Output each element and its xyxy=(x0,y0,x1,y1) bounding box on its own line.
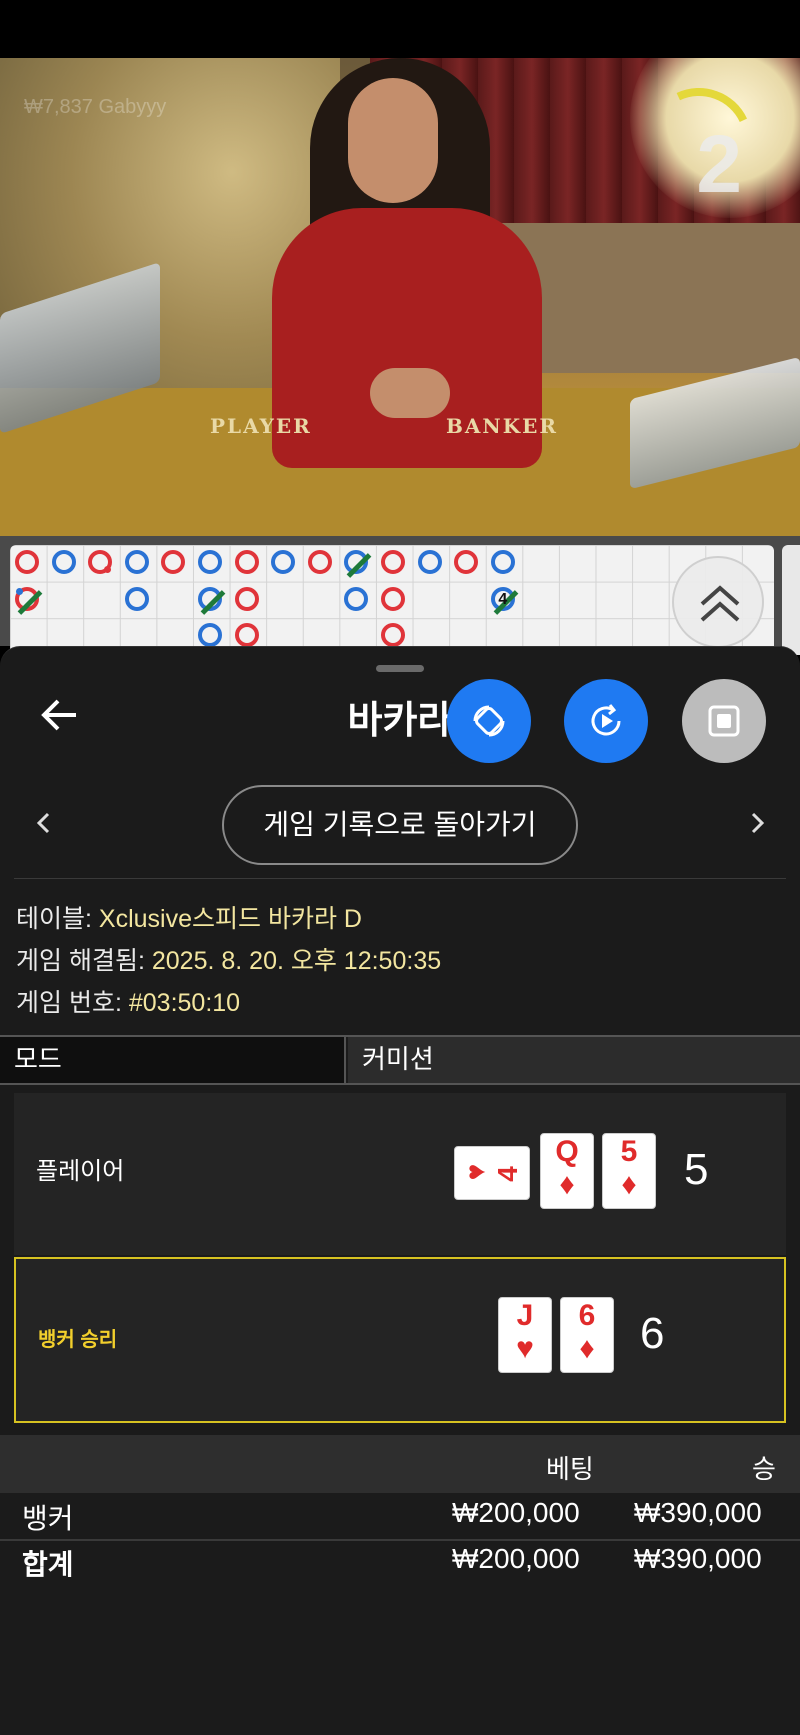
bead-road-scoreboard[interactable]: 4 xyxy=(10,545,774,655)
rotate-icon xyxy=(473,705,505,737)
win-amount: ₩390,000 xyxy=(634,1497,762,1528)
drag-handle[interactable] xyxy=(376,665,424,672)
status-bar xyxy=(0,0,800,58)
card-suit: ♦ xyxy=(579,1332,595,1365)
banker-bead xyxy=(161,550,186,574)
game-history-sheet: 바카라 게임 기록으로 돌아가기 테이블: Xclusive스피드 바카라 D … xyxy=(0,646,800,1735)
player-card-2: Q ♦ xyxy=(540,1133,594,1209)
card-suit: ♦ xyxy=(559,1168,575,1201)
player-bead xyxy=(51,550,76,574)
live-video-feed: PLAYER BANKER ₩7,837 Gabyyy 2 xyxy=(0,58,800,536)
tie-slash xyxy=(347,553,372,578)
tab-commission[interactable]: 커미션 xyxy=(348,1037,800,1083)
chevrons-up-icon xyxy=(700,585,740,622)
resolved-value: 2025. 8. 20. 오후 12:50:35 xyxy=(151,947,442,975)
expand-button[interactable] xyxy=(672,556,764,648)
banker-bead xyxy=(234,586,259,611)
banker-bead xyxy=(15,550,39,574)
card-rank: 6 xyxy=(578,1299,596,1332)
card-suit: ♦ xyxy=(621,1168,637,1201)
table-label: 테이블: xyxy=(16,905,92,933)
next-game-button[interactable] xyxy=(745,811,769,835)
stop-icon xyxy=(708,705,740,737)
felt-player-label: PLAYER xyxy=(210,414,312,438)
player-bead xyxy=(417,550,442,574)
player-pair-dot xyxy=(16,587,23,595)
banker-bead xyxy=(234,550,259,574)
banker-result-panel: 뱅커 승리 J ♥ 6 ♦ 6 xyxy=(14,1257,786,1423)
total-label: 합계 xyxy=(22,1549,74,1580)
game-number-label: 게임 번호: xyxy=(16,989,122,1017)
player-bead xyxy=(198,586,226,615)
tab-mode[interactable]: 모드 xyxy=(0,1037,346,1083)
table-row: 뱅커 ₩200,000 ₩390,000 xyxy=(0,1493,800,1537)
previous-game-button[interactable] xyxy=(32,811,56,835)
banker-bead xyxy=(381,586,405,611)
banker-bead xyxy=(381,550,405,574)
banker-card-2: 6 ♦ xyxy=(560,1297,614,1373)
table-value: Xclusive스피드 바카라 D xyxy=(98,905,362,933)
player-bead xyxy=(198,550,222,574)
bet-amount: ₩200,000 xyxy=(452,1497,580,1528)
chevron-right-icon xyxy=(751,812,765,834)
card-rank: 4 xyxy=(492,1166,523,1182)
replay-icon xyxy=(591,704,621,736)
banker-score: 6 xyxy=(640,1309,665,1358)
player-bead xyxy=(490,550,515,574)
resolved-info: 게임 해결됨: 2025. 8. 20. 오후 12:50:35 xyxy=(16,941,441,977)
card-suit: ♥ xyxy=(460,1163,491,1181)
player-bead xyxy=(124,550,149,574)
side-panel-edge[interactable] xyxy=(782,545,800,655)
chevron-left-icon xyxy=(36,812,50,834)
total-win: ₩390,000 xyxy=(634,1543,762,1574)
total-bet: ₩200,000 xyxy=(452,1543,580,1574)
total-row: 합계 ₩200,000 ₩390,000 xyxy=(0,1539,800,1583)
banker-bead xyxy=(381,623,405,648)
player-label: 플레이어 xyxy=(36,1158,125,1185)
column-header-win: 승 xyxy=(752,1454,776,1484)
bets-table-header: 베팅 승 xyxy=(0,1435,800,1493)
card-suit: ♥ xyxy=(516,1332,534,1365)
player-bead xyxy=(344,550,372,578)
banker-card-1: J ♥ xyxy=(498,1297,552,1373)
page-title: 바카라 xyxy=(347,700,453,742)
game-number-info: 게임 번호: #03:50:10 xyxy=(16,983,240,1019)
card-rank: J xyxy=(516,1299,534,1332)
player-bead xyxy=(271,550,296,574)
banker-pair-dot xyxy=(104,566,112,573)
banker-bead xyxy=(234,623,259,648)
player-score: 5 xyxy=(684,1145,709,1194)
card-rank: Q xyxy=(555,1135,579,1168)
banker-bead xyxy=(307,550,332,574)
column-header-bet: 베팅 xyxy=(546,1454,594,1484)
watermark: ₩7,837 Gabyyy xyxy=(24,96,167,118)
player-result-panel: 플레이어 ♥ 4 Q ♦ 5 ♦ 5 xyxy=(14,1093,786,1255)
banker-win-label: 뱅커 승리 xyxy=(38,1329,118,1351)
round-number: 2 xyxy=(696,119,742,210)
divider xyxy=(14,878,786,879)
mode-tabs: 모드 커미션 xyxy=(0,1035,800,1085)
banker-bead xyxy=(88,550,113,574)
replay-button[interactable] xyxy=(564,679,648,763)
resolved-label: 게임 해결됨: xyxy=(16,947,145,975)
bet-name: 뱅커 xyxy=(22,1503,74,1534)
player-card-1: ♥ 4 xyxy=(454,1146,530,1200)
return-to-history-button[interactable]: 게임 기록으로 돌아가기 xyxy=(222,785,578,865)
player-bead: 4 xyxy=(490,586,519,615)
banker-bead xyxy=(454,550,479,574)
tie-count: 4 xyxy=(498,590,508,608)
felt-banker-label: BANKER xyxy=(446,414,558,438)
player-bead xyxy=(124,586,149,611)
card-rank: 5 xyxy=(620,1135,638,1168)
rotate-screen-button[interactable] xyxy=(447,679,531,763)
tie-slash xyxy=(200,589,226,615)
player-bead xyxy=(344,586,369,611)
close-video-button[interactable] xyxy=(682,679,766,763)
player-card-3: 5 ♦ xyxy=(602,1133,656,1209)
player-bead xyxy=(198,623,222,648)
table-info: 테이블: Xclusive스피드 바카라 D xyxy=(16,899,362,935)
banker-bead xyxy=(15,586,43,615)
game-number-value: #03:50:10 xyxy=(128,989,241,1017)
